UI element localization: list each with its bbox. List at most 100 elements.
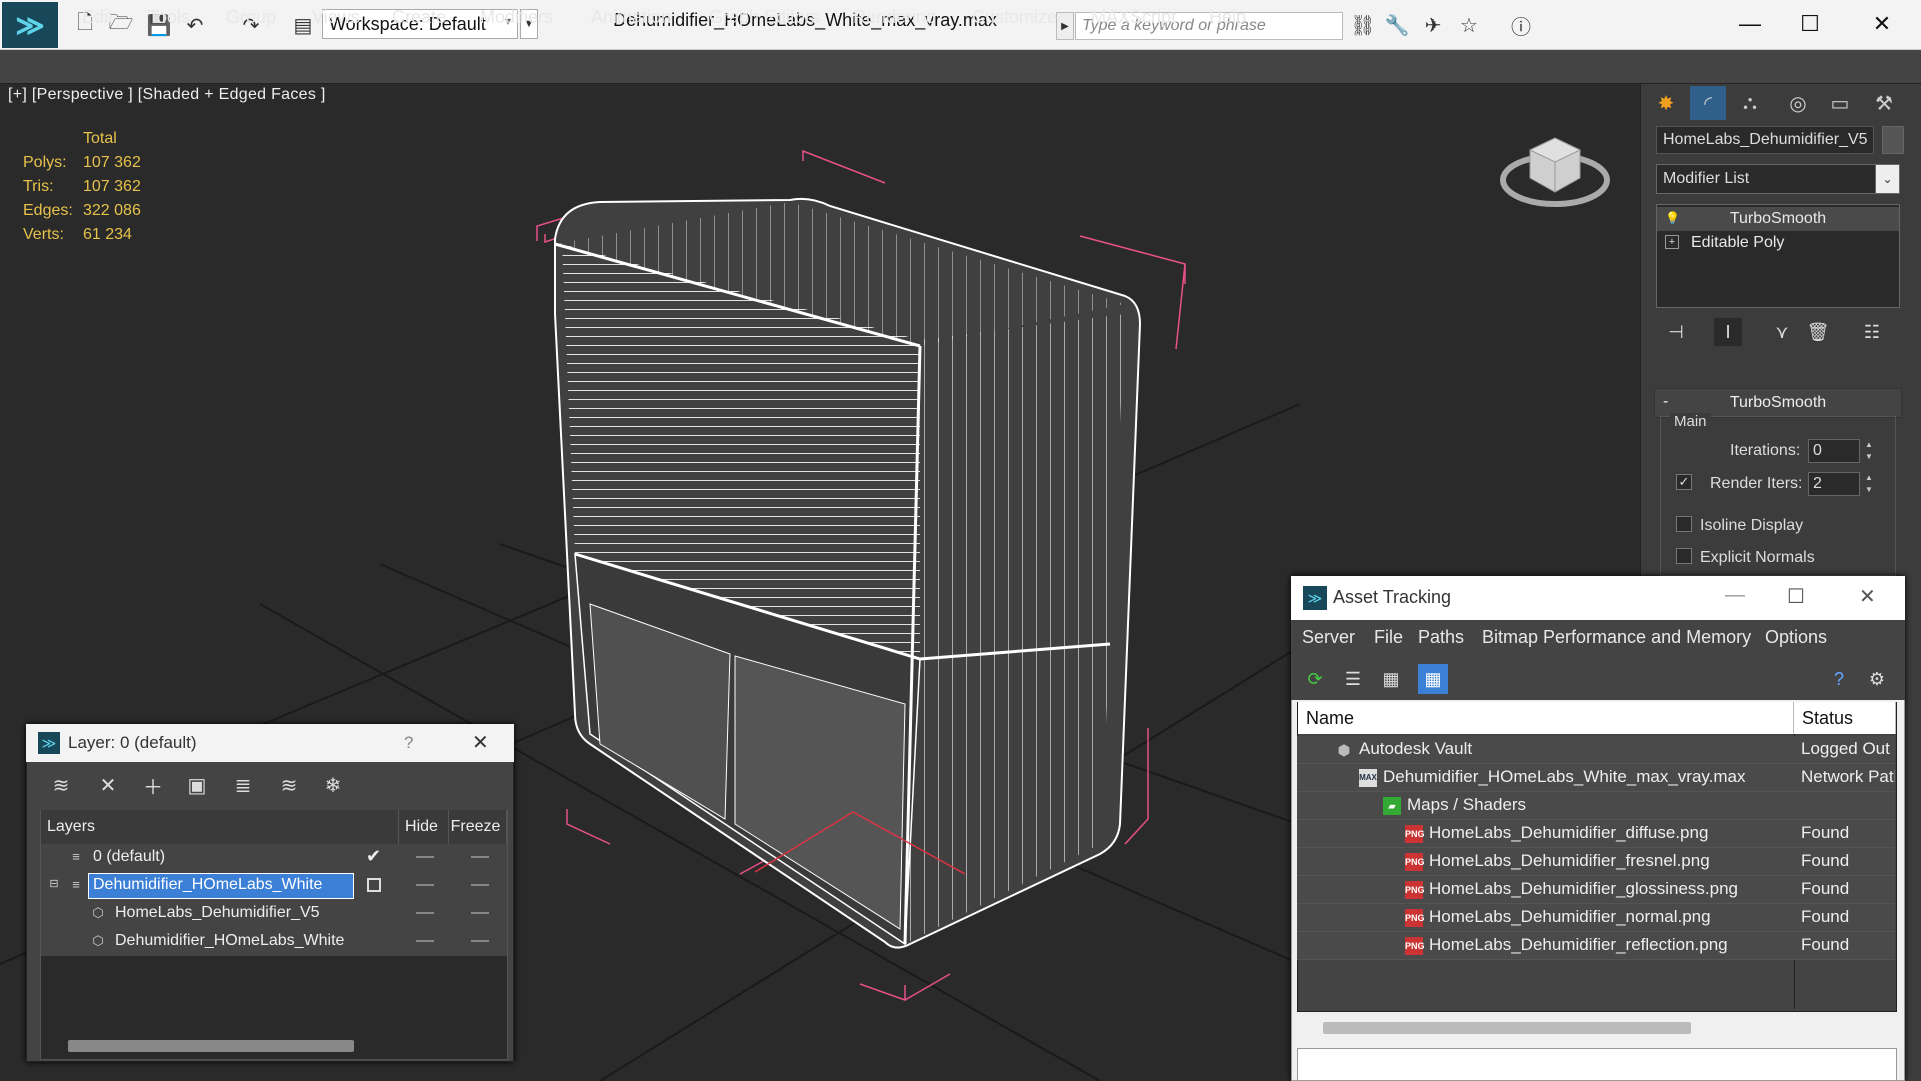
asset-row[interactable]: PNG HomeLabs_Dehumidifier_normal.png Fou…: [1297, 904, 1895, 932]
minimize-button[interactable]: —: [1720, 6, 1780, 42]
stack-item-turbosmooth[interactable]: 💡 TurboSmooth: [1657, 207, 1899, 231]
menu-maxscript[interactable]: MAXScript: [1091, 7, 1176, 28]
spinner-arrows-icon[interactable]: ▲ ▼: [1862, 439, 1876, 463]
help-icon[interactable]: ⓘ: [1508, 12, 1534, 39]
hide-toggle[interactable]: [416, 856, 434, 858]
isoline-display-checkbox[interactable]: [1676, 516, 1692, 532]
layer-row[interactable]: ⬡ Dehumidifier_HOmeLabs_White: [41, 928, 507, 956]
set-current-layer-icon[interactable]: [367, 878, 381, 892]
close-icon[interactable]: ✕: [1859, 584, 1876, 609]
active-layer-check-icon[interactable]: ✔: [366, 846, 381, 867]
menu-customize[interactable]: Customize: [972, 7, 1057, 28]
asset-row[interactable]: PNG HomeLabs_Dehumidifier_glossiness.png…: [1297, 876, 1895, 904]
menu-modifiers[interactable]: Modifiers: [480, 7, 553, 28]
menu-create[interactable]: Create: [392, 7, 446, 28]
modify-tab-icon[interactable]: ◜: [1690, 86, 1726, 120]
refresh-icon[interactable]: ⟳: [1300, 664, 1330, 694]
asset-row[interactable]: ▰ Maps / Shaders: [1297, 792, 1895, 820]
iterations-spinner[interactable]: 0: [1808, 439, 1860, 463]
menu-help[interactable]: Help: [1209, 7, 1246, 28]
display-tab-icon[interactable]: ▭: [1822, 86, 1858, 120]
column-header-layers[interactable]: Layers: [41, 810, 399, 844]
minimize-button[interactable]: —: [1725, 584, 1745, 607]
menu-edit[interactable]: Edit: [82, 7, 113, 28]
binoculars-icon[interactable]: ⛓: [1350, 12, 1376, 38]
menu-server[interactable]: Server: [1302, 627, 1355, 648]
render-iters-spinner[interactable]: 2: [1808, 472, 1860, 496]
freeze-toggle[interactable]: [471, 856, 489, 858]
list-view-icon[interactable]: ☰: [1338, 664, 1368, 694]
viewcube-icon[interactable]: [1500, 120, 1610, 220]
close-button[interactable]: ✕: [1852, 6, 1912, 42]
menu-paths[interactable]: Paths: [1418, 627, 1464, 648]
layer-row[interactable]: ≡ 0 (default) ✔: [41, 844, 507, 872]
column-header-hide[interactable]: Hide: [399, 810, 449, 844]
make-unique-icon[interactable]: ⋎: [1768, 318, 1796, 346]
select-objects-icon[interactable]: ▣: [182, 770, 212, 800]
asset-row[interactable]: PNG HomeLabs_Dehumidifier_reflection.png…: [1297, 932, 1895, 960]
app-logo-icon[interactable]: ≫: [2, 2, 58, 48]
add-to-layer-icon[interactable]: ＋: [138, 770, 168, 800]
communication-icon[interactable]: ✈: [1420, 12, 1446, 38]
spinner-arrows-icon[interactable]: ▲ ▼: [1862, 472, 1876, 496]
object-name-field[interactable]: HomeLabs_Dehumidifier_V5: [1656, 126, 1874, 154]
horizontal-scrollbar[interactable]: [1323, 1022, 1691, 1034]
menu-views[interactable]: Views: [312, 7, 360, 28]
layer-dialog-titlebar[interactable]: ≫ Layer: 0 (default) ? ✕: [26, 724, 514, 762]
wrench-icon[interactable]: 🔧: [1384, 12, 1410, 38]
column-header-freeze[interactable]: Freeze: [449, 810, 507, 844]
create-tab-icon[interactable]: ✸: [1648, 86, 1684, 120]
thumbnail-view-icon[interactable]: ▦: [1376, 664, 1406, 694]
asset-row[interactable]: PNG HomeLabs_Dehumidifier_diffuse.png Fo…: [1297, 820, 1895, 848]
hide-toggle[interactable]: [416, 940, 434, 942]
menu-file[interactable]: File: [1374, 627, 1403, 648]
show-end-result-icon[interactable]: Ⅰ: [1714, 318, 1742, 346]
utilities-tab-icon[interactable]: ⚒: [1866, 86, 1902, 120]
menu-rendering[interactable]: Rendering: [853, 7, 936, 28]
maximize-button[interactable]: ☐: [1787, 584, 1805, 609]
hierarchy-tab-icon[interactable]: ⛬: [1732, 86, 1768, 120]
freeze-toggle[interactable]: [471, 912, 489, 914]
column-header-status[interactable]: Status: [1794, 702, 1896, 734]
hide-toggle[interactable]: [416, 912, 434, 914]
collapse-icon[interactable]: ⊟: [45, 877, 63, 895]
maximize-button[interactable]: ☐: [1780, 6, 1840, 42]
horizontal-scrollbar[interactable]: [68, 1040, 354, 1052]
layer-row[interactable]: ⊟ ≡ Dehumidifier_HOmeLabs_White: [41, 872, 507, 900]
menu-options[interactable]: Options: [1765, 627, 1827, 648]
pin-stack-icon[interactable]: ⊣: [1662, 318, 1690, 346]
asset-row[interactable]: ⬢ Autodesk Vault Logged Out: [1297, 736, 1895, 764]
freeze-unfreeze-icon[interactable]: ❄: [318, 770, 348, 800]
motion-tab-icon[interactable]: ◎: [1780, 86, 1816, 120]
viewport-label[interactable]: [+] [Perspective ] [Shaded + Edged Faces…: [8, 86, 326, 104]
settings-help-icon[interactable]: ⚙: [1862, 664, 1892, 694]
render-iters-checkbox[interactable]: ✓: [1676, 474, 1692, 490]
stack-item-editable-poly[interactable]: + Editable Poly: [1657, 231, 1899, 255]
menu-graph-editors[interactable]: Graph Editors: [709, 7, 820, 28]
object-color-swatch[interactable]: [1882, 126, 1904, 154]
configure-modifier-sets-icon[interactable]: ☷: [1858, 318, 1886, 346]
layer-row[interactable]: ⬡ HomeLabs_Dehumidifier_V5: [41, 900, 507, 928]
close-icon[interactable]: ✕: [472, 730, 489, 755]
hide-toggle[interactable]: [416, 884, 434, 886]
highlight-selected-icon[interactable]: ≣: [228, 770, 258, 800]
favorites-star-icon[interactable]: ☆: [1456, 12, 1482, 38]
menu-tools[interactable]: Tools: [148, 7, 190, 28]
lightbulb-icon[interactable]: 💡: [1665, 211, 1680, 225]
menu-bitmap-performance[interactable]: Bitmap Performance and Memory: [1482, 627, 1751, 648]
explicit-normals-checkbox[interactable]: [1676, 548, 1692, 564]
delete-layer-icon[interactable]: ✕: [93, 770, 123, 800]
asset-tracking-titlebar[interactable]: ≫ Asset Tracking — ☐ ✕: [1291, 576, 1905, 620]
hide-unhide-icon[interactable]: ≋: [274, 770, 304, 800]
remove-modifier-icon[interactable]: 🗑: [1804, 318, 1832, 346]
expand-plus-icon[interactable]: +: [1665, 235, 1679, 249]
freeze-toggle[interactable]: [471, 884, 489, 886]
create-layer-icon[interactable]: ≋: [46, 770, 76, 800]
table-view-icon[interactable]: ▦: [1418, 664, 1448, 694]
help-button[interactable]: ?: [404, 733, 413, 753]
freeze-toggle[interactable]: [471, 940, 489, 942]
menu-animation[interactable]: Animation: [591, 7, 671, 28]
help-icon[interactable]: ?: [1824, 664, 1854, 694]
search-expand-button[interactable]: ▶: [1056, 12, 1074, 40]
column-header-name[interactable]: Name: [1298, 702, 1794, 734]
